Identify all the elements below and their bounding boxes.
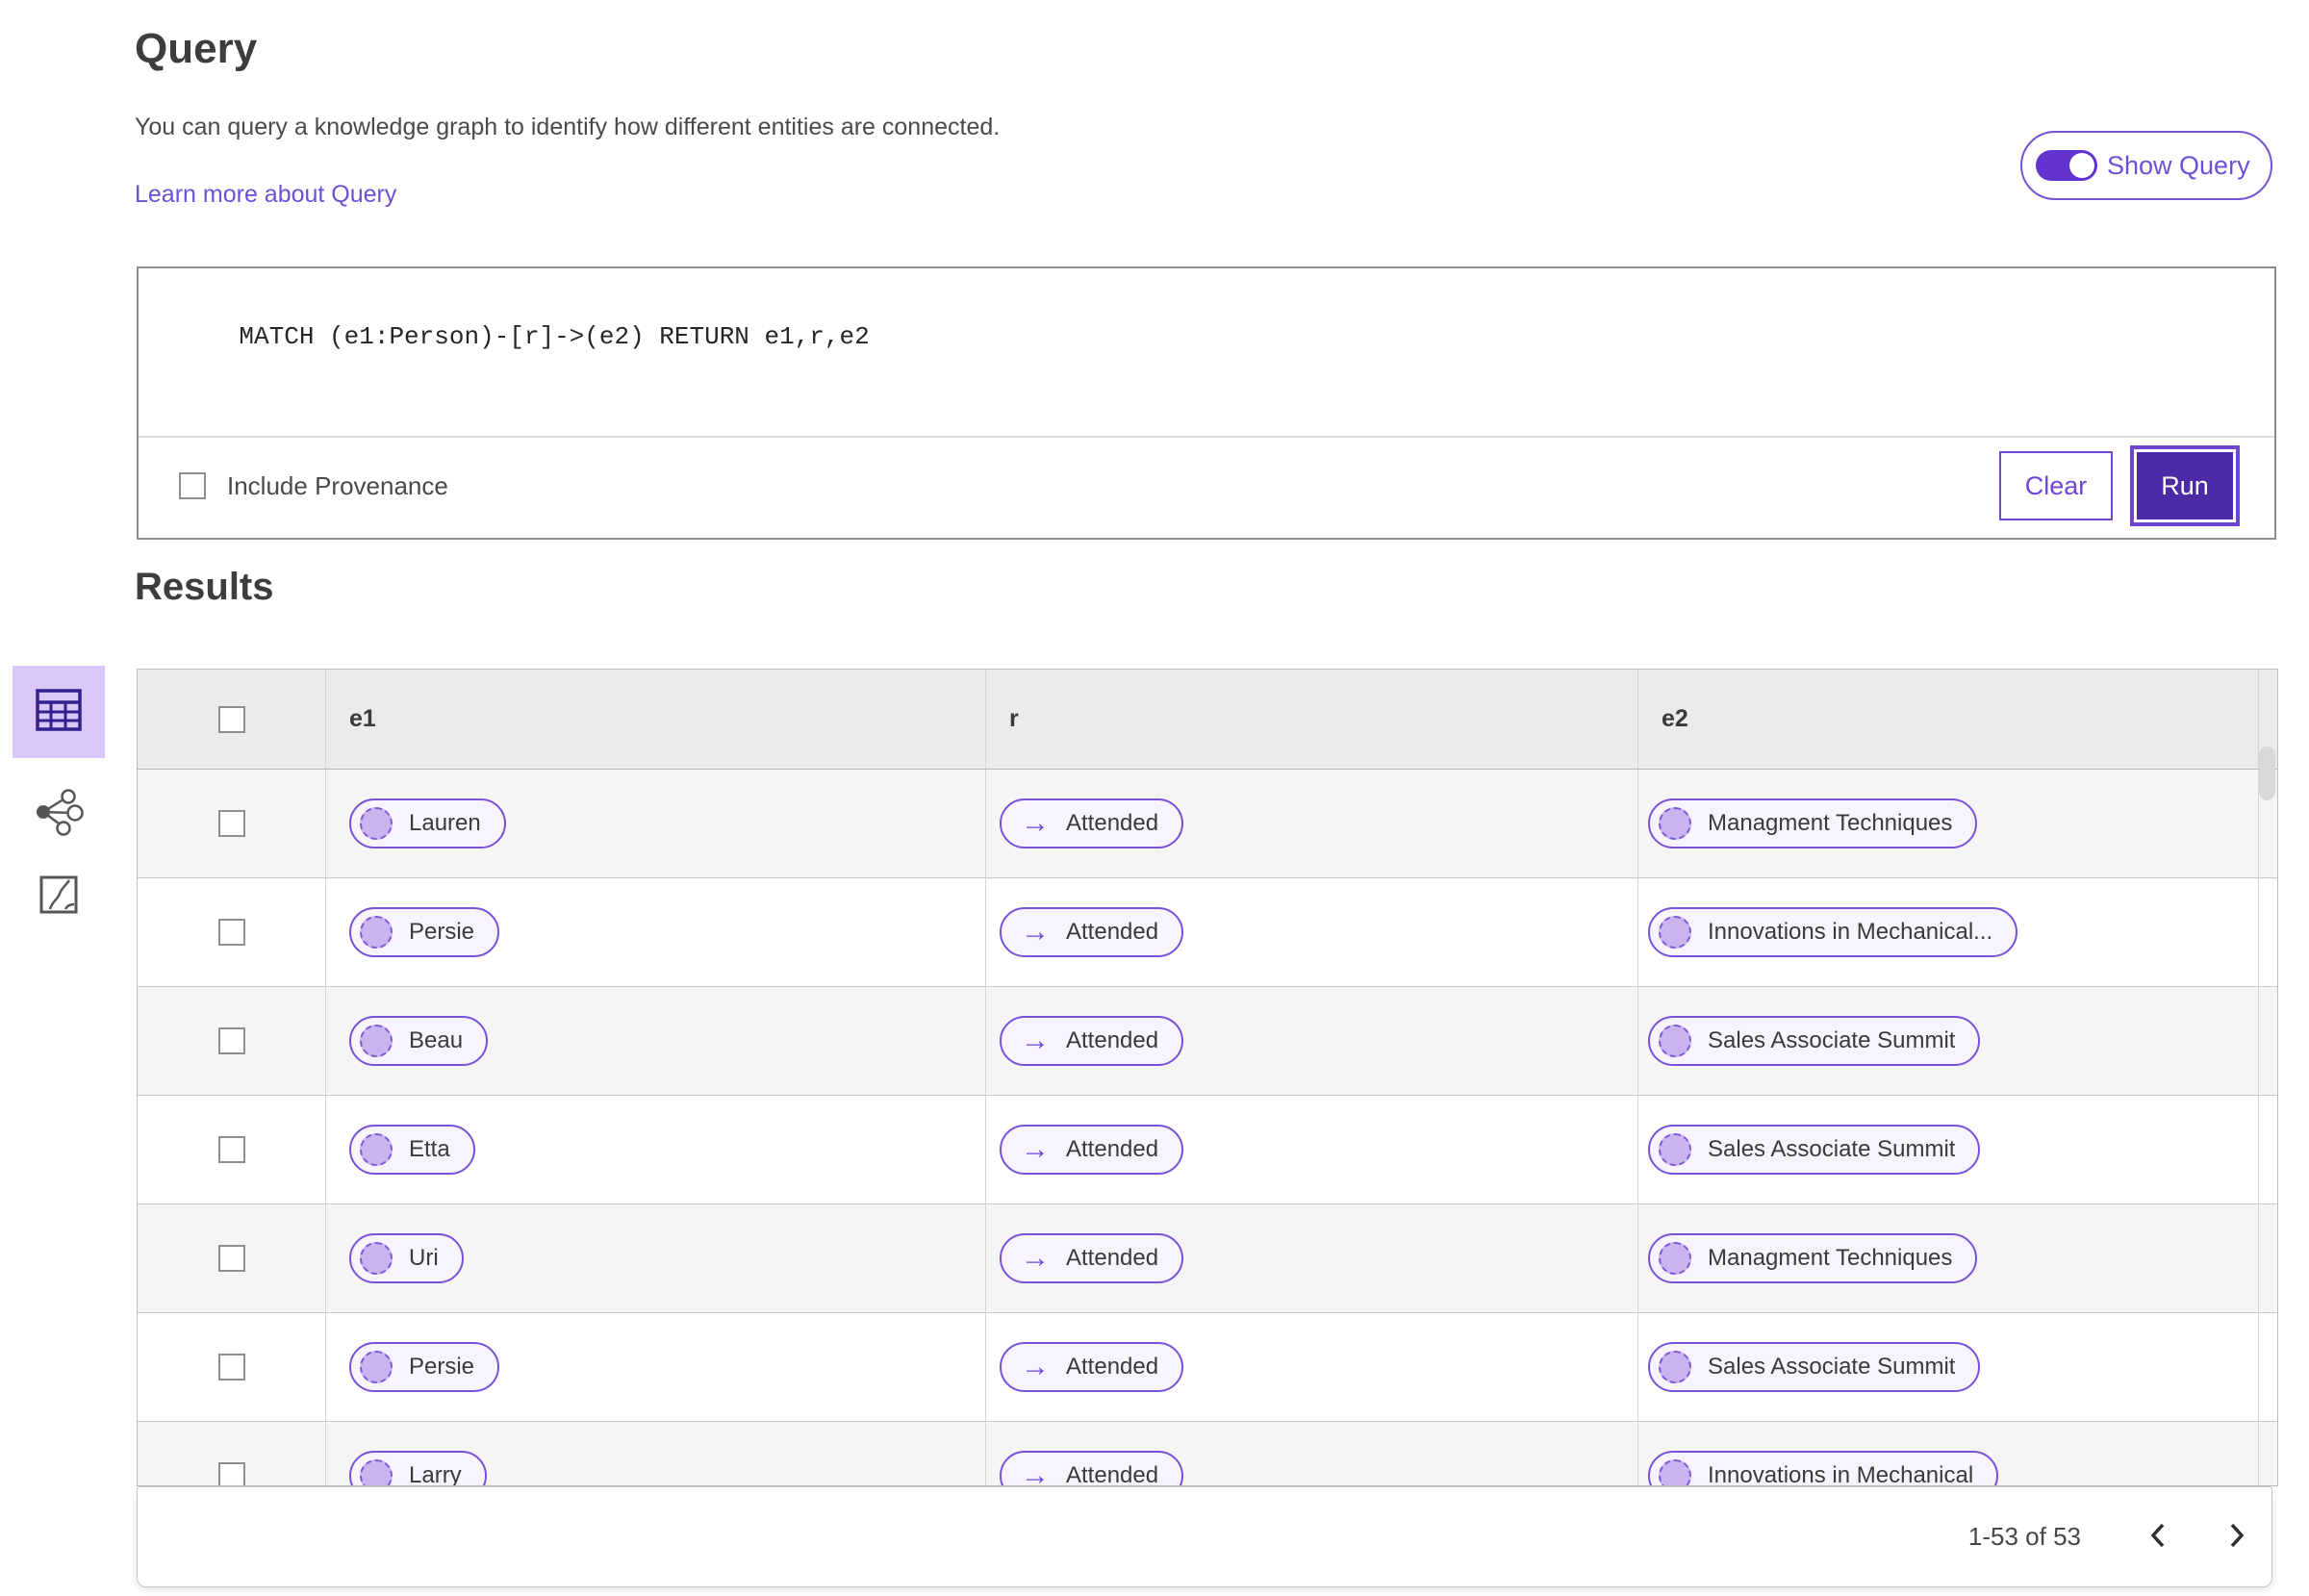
- resize-grip-icon[interactable]: [2246, 407, 2269, 430]
- chevron-right-icon: [2228, 1522, 2246, 1552]
- entity-node-icon: [1659, 1025, 1691, 1057]
- table-row: Larry → Attended Innovations in Mechanic…: [138, 1422, 2277, 1486]
- select-all-checkbox[interactable]: [217, 705, 245, 733]
- vertical-scrollbar-thumb[interactable]: [2259, 747, 2275, 800]
- column-header-e1: e1: [349, 705, 376, 732]
- entity-node-icon: [1659, 1351, 1691, 1383]
- page-title: Query: [135, 25, 258, 72]
- view-switcher-chart[interactable]: [13, 850, 105, 943]
- entity-node-icon: [360, 1459, 393, 1485]
- row-checkbox[interactable]: [217, 1354, 245, 1381]
- entity-node-icon: [1659, 1242, 1691, 1275]
- column-header-e2: e2: [1662, 705, 1688, 732]
- table-row: Persie → Attended Sales Associate Summit: [138, 1313, 2277, 1422]
- include-provenance-label: Include Provenance: [227, 470, 448, 500]
- entity-chip-e2[interactable]: Innovations in Mechanical...: [1648, 907, 2018, 957]
- toggle-on-icon: [2036, 150, 2097, 181]
- entity-node-icon: [1659, 1459, 1691, 1485]
- table-row: Uri → Attended Managment Techniques: [138, 1204, 2277, 1313]
- pagination-bar: 1-53 of 53: [137, 1486, 2272, 1587]
- entity-node-icon: [360, 1351, 393, 1383]
- entity-chip-e2[interactable]: Managment Techniques: [1648, 1233, 1978, 1283]
- results-table: e1 r e2 Lauren → Attended Managment Tech…: [137, 669, 2278, 1486]
- show-query-label: Show Query: [2107, 150, 2250, 180]
- entity-node-icon: [360, 1133, 393, 1166]
- table-header-row: e1 r e2: [138, 670, 2277, 770]
- entity-chip-e2[interactable]: Managment Techniques: [1648, 798, 1978, 849]
- relation-arrow-icon: →: [1021, 1242, 1050, 1274]
- entity-node-icon: [360, 916, 393, 949]
- view-switcher-table[interactable]: [13, 666, 105, 758]
- relation-arrow-icon: →: [1021, 1351, 1050, 1382]
- next-page-button[interactable]: [2216, 1510, 2258, 1564]
- include-provenance-checkbox[interactable]: [179, 472, 206, 499]
- relation-arrow-icon: →: [1021, 1459, 1050, 1486]
- view-switcher-graph[interactable]: [13, 768, 105, 860]
- entity-node-icon: [1659, 807, 1691, 840]
- learn-more-link[interactable]: Learn more about Query: [135, 181, 396, 209]
- table-row: Etta → Attended Sales Associate Summit: [138, 1096, 2277, 1204]
- table-row: Lauren → Attended Managment Techniques: [138, 770, 2277, 878]
- entity-chip-e1[interactable]: Uri: [349, 1233, 464, 1283]
- entity-node-icon: [1659, 916, 1691, 949]
- entity-node-icon: [360, 807, 393, 840]
- clear-button[interactable]: Clear: [1999, 451, 2113, 520]
- page-description: You can query a knowledge graph to ident…: [135, 114, 1001, 140]
- entity-chip-e1[interactable]: Persie: [349, 907, 500, 957]
- chevron-left-icon: [2149, 1522, 2167, 1552]
- entity-node-icon: [360, 1025, 393, 1057]
- entity-chip-e2[interactable]: Sales Associate Summit: [1648, 1125, 1981, 1175]
- table-row: Beau → Attended Sales Associate Summit: [138, 987, 2277, 1096]
- entity-chip-e1[interactable]: Lauren: [349, 798, 506, 849]
- table-row: Persie → Attended Innovations in Mechani…: [138, 878, 2277, 987]
- entity-chip-e1[interactable]: Persie: [349, 1342, 500, 1392]
- results-heading: Results: [135, 566, 274, 608]
- row-checkbox[interactable]: [217, 1462, 245, 1485]
- relation-chip[interactable]: → Attended: [1000, 798, 1184, 849]
- entity-chip-e1[interactable]: Beau: [349, 1016, 489, 1066]
- row-checkbox[interactable]: [217, 1027, 245, 1054]
- entity-chip-e2[interactable]: Sales Associate Summit: [1648, 1016, 1981, 1066]
- relation-arrow-icon: →: [1021, 1133, 1050, 1165]
- row-checkbox[interactable]: [217, 1136, 245, 1163]
- query-code-input[interactable]: MATCH (e1:Person)-[r]->(e2) RETURN e1,r,…: [139, 268, 2274, 438]
- entity-chip-e1[interactable]: Larry: [349, 1451, 487, 1485]
- entity-chip-e2[interactable]: Sales Associate Summit: [1648, 1342, 1981, 1392]
- entity-node-icon: [360, 1242, 393, 1275]
- chart-view-icon: [38, 874, 79, 920]
- relation-arrow-icon: →: [1021, 807, 1050, 839]
- entity-chip-e2[interactable]: Innovations in Mechanical: [1648, 1451, 1999, 1485]
- row-checkbox[interactable]: [217, 919, 245, 946]
- graph-view-icon: [34, 788, 84, 841]
- entity-chip-e1[interactable]: Etta: [349, 1125, 475, 1175]
- relation-chip[interactable]: → Attended: [1000, 1016, 1184, 1066]
- toggle-knob: [2069, 153, 2094, 178]
- row-checkbox[interactable]: [217, 1245, 245, 1272]
- relation-arrow-icon: →: [1021, 1025, 1050, 1056]
- query-code-text: MATCH (e1:Person)-[r]->(e2) RETURN e1,r,…: [239, 322, 870, 351]
- entity-node-icon: [1659, 1133, 1691, 1166]
- relation-chip[interactable]: → Attended: [1000, 907, 1184, 957]
- relation-chip[interactable]: → Attended: [1000, 1233, 1184, 1283]
- relation-chip[interactable]: → Attended: [1000, 1342, 1184, 1392]
- row-checkbox[interactable]: [217, 810, 245, 837]
- table-body: Lauren → Attended Managment Techniques P…: [138, 770, 2277, 1486]
- previous-page-button[interactable]: [2137, 1510, 2179, 1564]
- show-query-toggle[interactable]: Show Query: [2020, 131, 2272, 200]
- query-card-footer: Include Provenance Clear Run: [139, 438, 2274, 534]
- relation-arrow-icon: →: [1021, 916, 1050, 948]
- relation-chip[interactable]: → Attended: [1000, 1451, 1184, 1486]
- column-header-r: r: [1009, 705, 1019, 732]
- table-view-icon: [35, 688, 83, 737]
- pagination-range-label: 1-53 of 53: [1967, 1522, 2081, 1551]
- relation-chip[interactable]: → Attended: [1000, 1125, 1184, 1175]
- run-button[interactable]: Run: [2134, 449, 2236, 522]
- query-editor-card: MATCH (e1:Person)-[r]->(e2) RETURN e1,r,…: [137, 266, 2276, 540]
